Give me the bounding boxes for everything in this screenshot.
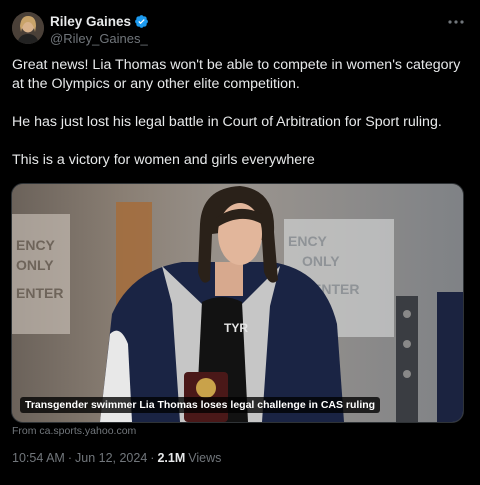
verified-badge-icon	[134, 14, 149, 29]
link-card-image[interactable]: ENCY ONLY ENTER ENCY ONLY ENTER TYR Tran…	[11, 183, 464, 423]
card-headline: Transgender swimmer Lia Thomas loses leg…	[20, 397, 381, 413]
post: Riley Gaines @Riley_Gaines_ Great news! …	[0, 0, 480, 485]
more-options-icon[interactable]	[446, 12, 466, 32]
post-time[interactable]: 10:54 AM	[12, 451, 65, 465]
views-count: 2.1M	[157, 451, 186, 465]
backdrop-text: ENCY	[288, 233, 328, 249]
author-name-row: Riley Gaines	[50, 14, 149, 29]
views-label: Views	[188, 451, 222, 465]
backdrop-text: ENTER	[16, 285, 63, 301]
post-date[interactable]: Jun 12, 2024	[75, 451, 147, 465]
post-paragraph: This is a victory for women and girls ev…	[12, 152, 315, 168]
post-paragraph: Great news! Lia Thomas won't be able to …	[12, 57, 461, 92]
avatar[interactable]	[12, 12, 44, 44]
meta-separator: ·	[150, 451, 155, 465]
post-meta: 10:54 AM · Jun 12, 2024 · 2.1M Views	[12, 451, 221, 465]
card-source[interactable]: From ca.sports.yahoo.com	[12, 425, 136, 437]
post-text: Great news! Lia Thomas won't be able to …	[12, 56, 468, 189]
backdrop-text: ONLY	[16, 257, 54, 273]
backdrop-text: ONLY	[302, 253, 340, 269]
tyr-logo: TYR	[224, 321, 248, 335]
backdrop-text: ENCY	[16, 237, 56, 253]
post-paragraph: He has just lost his legal battle in Cou…	[12, 114, 442, 130]
swimmer-photo: ENCY ONLY ENTER ENCY ONLY ENTER TYR	[12, 184, 463, 422]
author-display-name[interactable]: Riley Gaines	[50, 14, 131, 29]
meta-separator: ·	[67, 451, 72, 465]
author-handle[interactable]: @Riley_Gaines_	[50, 31, 148, 46]
